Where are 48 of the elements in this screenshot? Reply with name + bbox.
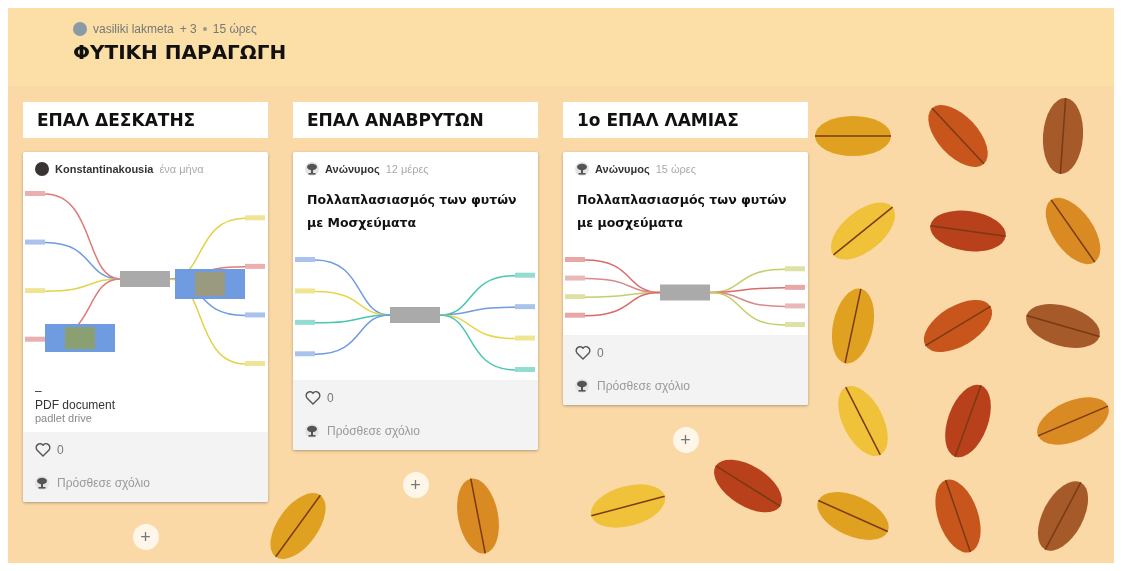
leaf-drawing — [1037, 397, 1109, 445]
file-type: PDF document — [35, 398, 117, 412]
column-title: 1ο ΕΠΑΛ ΛΑΜΙΑΣ — [563, 102, 808, 138]
add-post-button[interactable]: + — [402, 472, 429, 498]
add-post-button[interactable]: + — [132, 524, 159, 550]
column-title: ΕΠΑΛ ΑΝΑΒΡΥΤΩΝ — [293, 102, 538, 138]
leaf-drawing — [1037, 481, 1089, 551]
tree-avatar-icon — [35, 476, 49, 490]
like-count: 0 — [327, 391, 334, 405]
leaf-drawing — [270, 493, 326, 559]
separator-dot — [202, 27, 207, 31]
tree-avatar-icon — [575, 162, 589, 176]
leaf-drawing — [714, 459, 782, 513]
heart-icon — [35, 442, 51, 458]
author-name: vasiliki lakmeta — [93, 22, 174, 36]
add-post-button[interactable]: + — [672, 427, 699, 453]
comment-field[interactable]: Πρόσθεσε σχόλιο — [597, 377, 777, 395]
timestamp: 15 ώρες — [212, 22, 257, 36]
leaf-drawing — [817, 492, 889, 540]
leaf-drawing — [923, 300, 993, 352]
contributor-count: + 3 — [179, 22, 197, 36]
timestamp: 12 μέρες — [385, 163, 429, 175]
like-count: 0 — [57, 443, 64, 457]
heart-icon — [305, 390, 321, 406]
leaf-drawing — [838, 385, 888, 457]
author-name: Konstantinakousia — [55, 163, 154, 175]
comment-field[interactable]: Πρόσθεσε σχόλιο — [57, 474, 237, 492]
author-name: Ανώνυμος — [325, 163, 380, 175]
file-source: padlet drive — [35, 412, 93, 424]
tree-avatar-icon — [575, 379, 589, 393]
post-title: Πολλαπλασιασμός των φυτών με Μοσχεύματα — [306, 191, 518, 232]
leaf-drawing — [928, 105, 988, 167]
avatar — [73, 22, 87, 36]
tree-avatar-icon — [305, 424, 319, 438]
file-title: – — [35, 384, 43, 398]
board-title: ΦΥΤΙΚΗ ΠΑΡΑΓΩΓΗ — [73, 40, 288, 64]
timestamp: 15 ώρες — [655, 163, 696, 175]
leaf-drawing — [830, 202, 896, 260]
comment-field[interactable]: Πρόσθεσε σχόλιο — [327, 422, 507, 440]
timestamp: ένα μήνα — [159, 163, 204, 175]
tree-avatar-icon — [305, 162, 319, 176]
author-name: Ανώνυμος — [595, 163, 650, 175]
post-title: Πολλαπλασιασμός των φυτών με μοσχεύματα — [576, 191, 788, 232]
heart-icon — [575, 345, 591, 361]
like-count: 0 — [597, 346, 604, 360]
avatar — [35, 162, 49, 176]
column-title: ΕΠΑΛ ΔΕΣΚΑΤΗΣ — [23, 102, 268, 138]
leaf-drawing — [1045, 197, 1101, 265]
